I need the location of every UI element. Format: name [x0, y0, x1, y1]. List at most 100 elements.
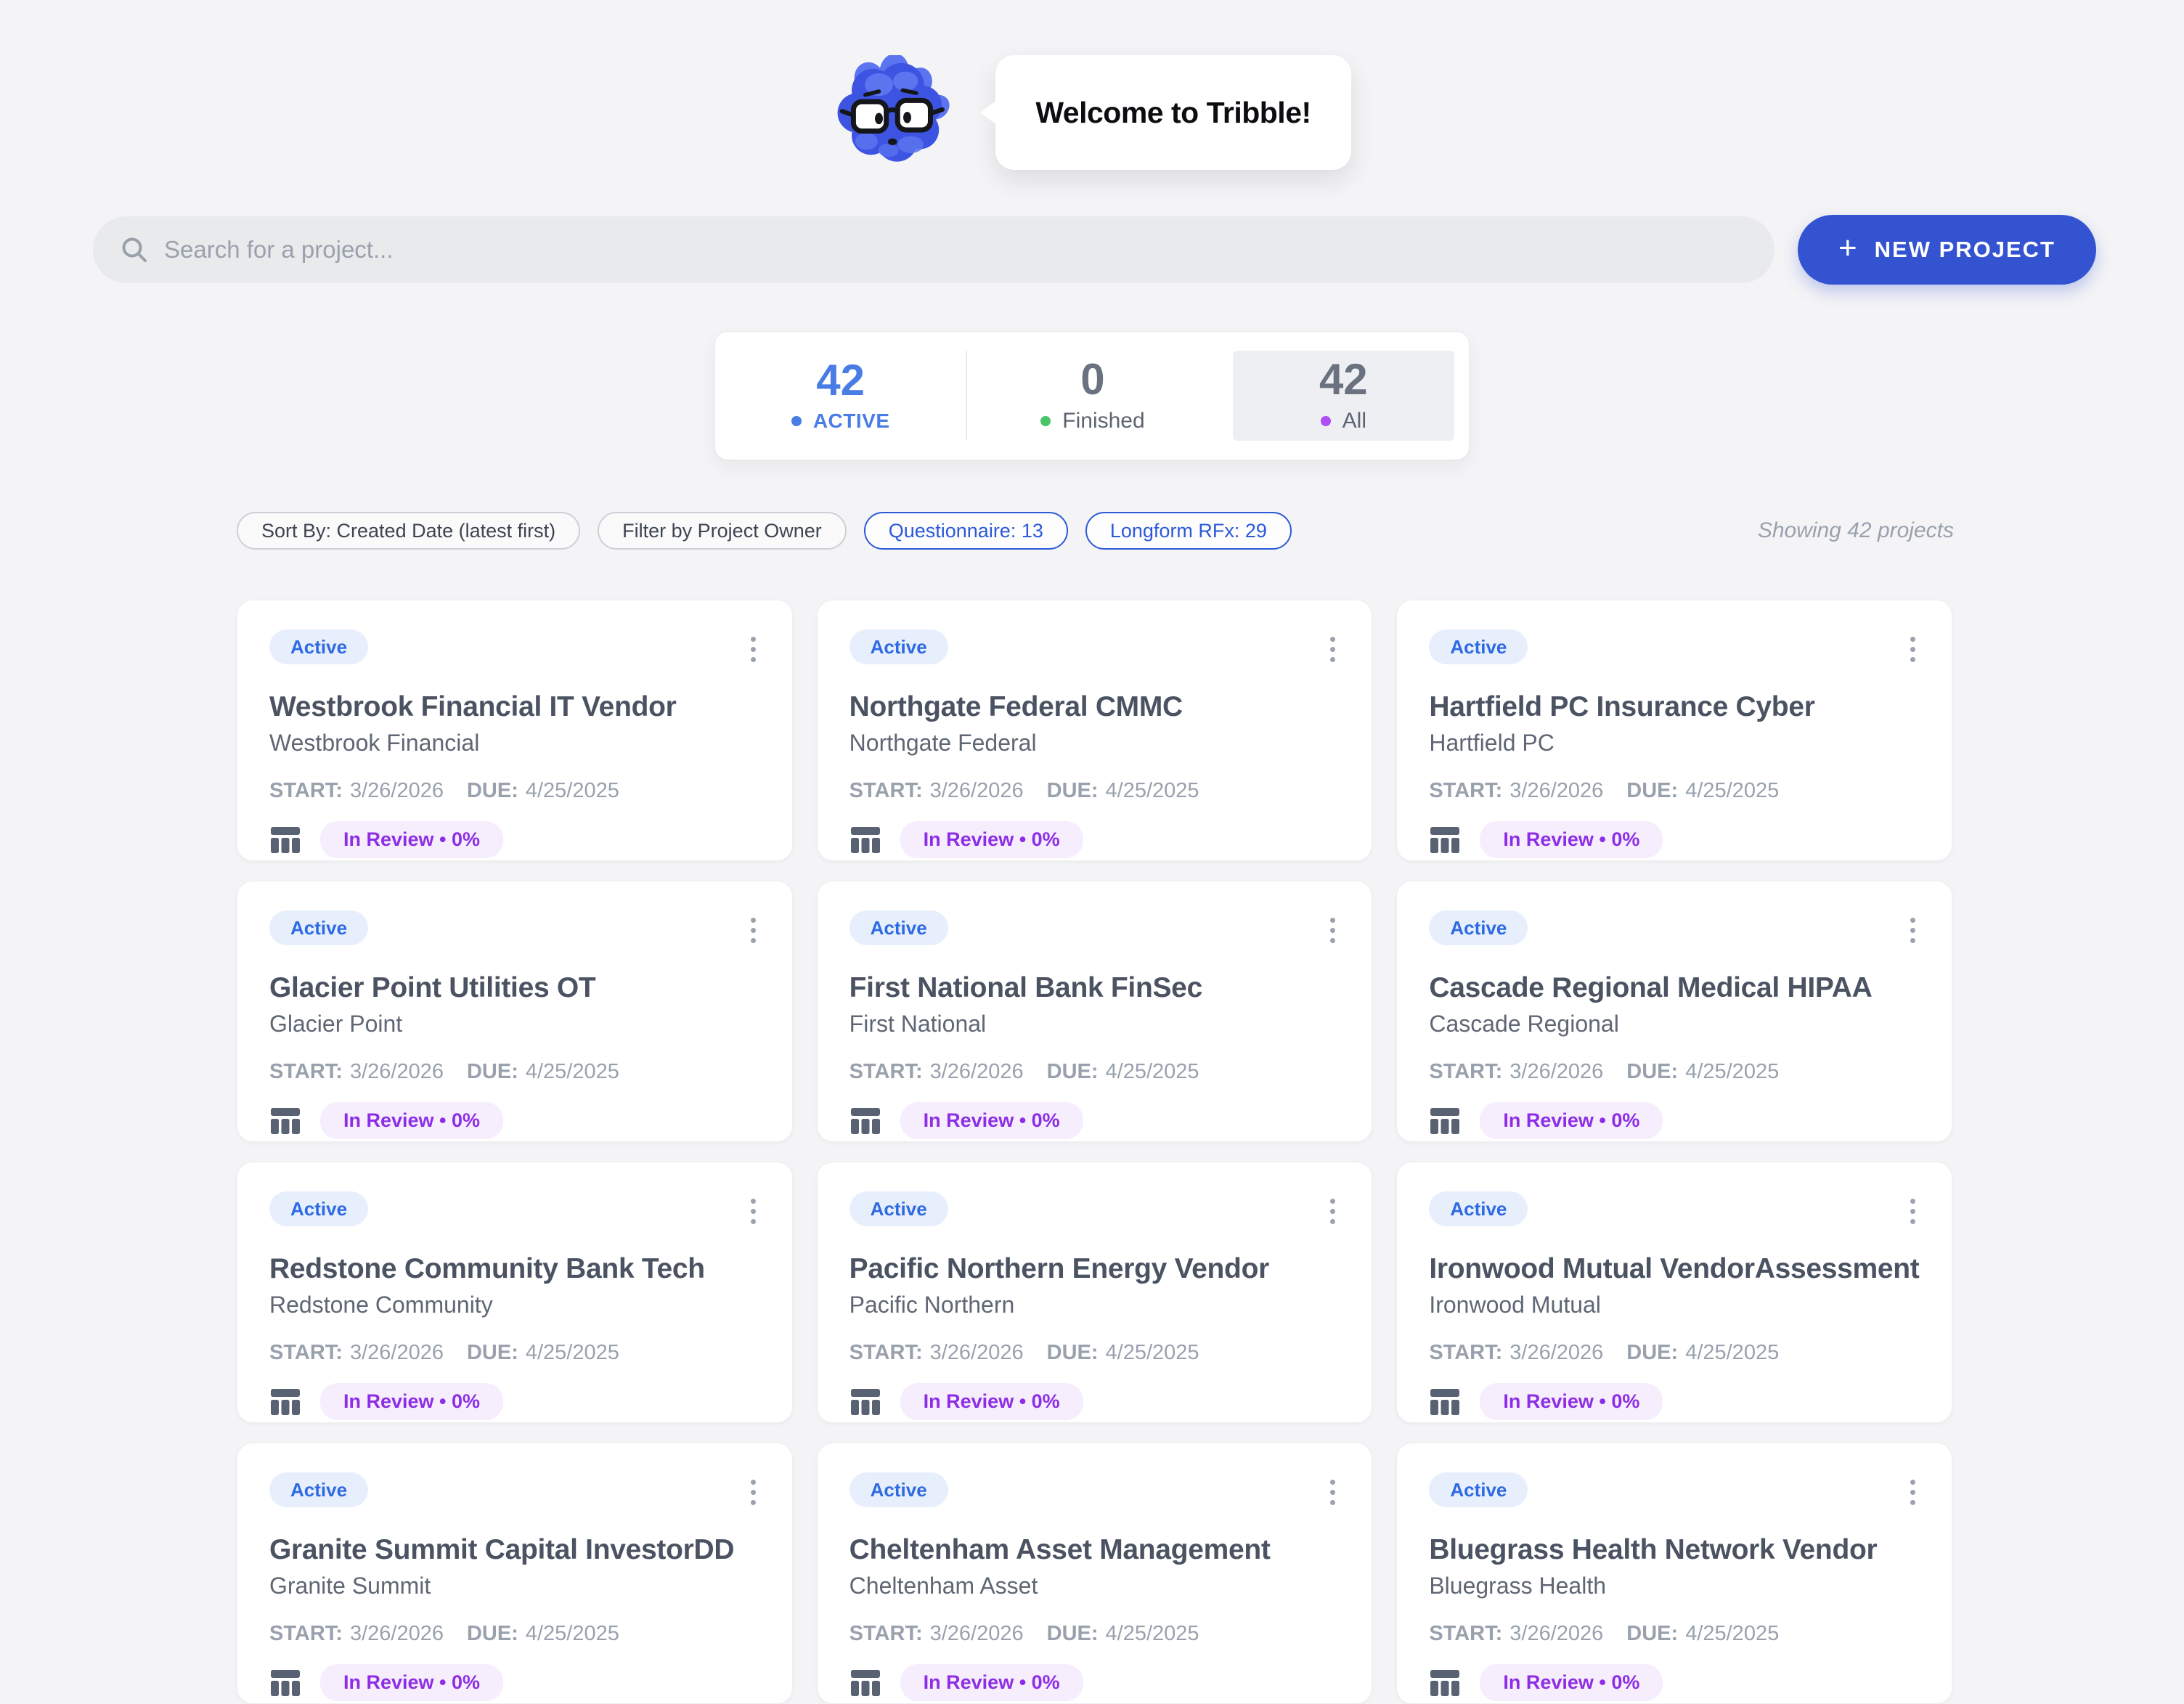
project-card[interactable]: Active Glacier Point Utilities OT Glacie… — [237, 881, 793, 1142]
status-badge: Active — [269, 910, 368, 945]
kebab-menu-icon[interactable] — [746, 912, 760, 949]
kebab-menu-icon[interactable] — [746, 631, 760, 668]
status-badge: Active — [1429, 629, 1528, 664]
progress-status-pill: In Review • 0% — [900, 1102, 1083, 1139]
project-card[interactable]: Active Pacific Northern Energy Vendor Pa… — [817, 1162, 1373, 1423]
filter-by-owner-pill[interactable]: Filter by Project Owner — [598, 512, 847, 550]
project-card[interactable]: Active Granite Summit Capital InvestorDD… — [237, 1443, 793, 1704]
project-card[interactable]: Active Northgate Federal CMMC Northgate … — [817, 600, 1373, 861]
start-label: START: — [849, 1060, 923, 1084]
stat-segment-all[interactable]: 42 All — [1218, 332, 1469, 460]
progress-status-pill: In Review • 0% — [1480, 1383, 1663, 1420]
tribble-mascot-icon — [833, 55, 953, 168]
new-project-label: NEW PROJECT — [1875, 237, 2055, 263]
due-label: DUE: — [1047, 1341, 1099, 1365]
project-card[interactable]: Active Hartfield PC Insurance Cyber Hart… — [1396, 600, 1952, 861]
kebab-menu-icon[interactable] — [746, 1193, 760, 1230]
kebab-menu-icon[interactable] — [1326, 1474, 1340, 1511]
plus-icon: + — [1838, 232, 1859, 264]
project-title: First National Bank FinSec — [849, 972, 1340, 1004]
status-badge: Active — [269, 629, 368, 664]
project-dates: START: 3/26/2026 DUE: 4/25/2025 — [269, 779, 760, 803]
start-date: 3/26/2026 — [930, 1622, 1024, 1646]
all-dot-icon — [1321, 416, 1331, 426]
project-dates: START: 3/26/2026 DUE: 4/25/2025 — [1429, 779, 1920, 803]
progress-status-pill: In Review • 0% — [900, 1383, 1083, 1420]
active-count: 42 — [816, 359, 865, 402]
kebab-menu-icon[interactable] — [1906, 631, 1920, 668]
due-label: DUE: — [1626, 1060, 1678, 1084]
project-dates: START: 3/26/2026 DUE: 4/25/2025 — [1429, 1622, 1920, 1646]
due-label: DUE: — [467, 1622, 518, 1646]
showing-projects-count: Showing 42 projects — [1758, 518, 1954, 543]
project-card[interactable]: Active Redstone Community Bank Tech Reds… — [237, 1162, 793, 1423]
progress-status-pill: In Review • 0% — [1480, 1664, 1663, 1701]
kebab-menu-icon[interactable] — [1326, 912, 1340, 949]
table-grid-icon — [849, 825, 881, 855]
start-date: 3/26/2026 — [350, 779, 444, 803]
progress-status-pill: In Review • 0% — [320, 1102, 503, 1139]
progress-status-pill: In Review • 0% — [900, 1664, 1083, 1701]
project-card[interactable]: Active Cheltenham Asset Management Chelt… — [817, 1443, 1373, 1704]
project-dates: START: 3/26/2026 DUE: 4/25/2025 — [849, 1060, 1340, 1084]
kebab-menu-icon[interactable] — [1906, 1193, 1920, 1230]
hero-section: Welcome to Tribble! — [0, 0, 2184, 170]
search-bar[interactable] — [93, 216, 1774, 283]
project-card[interactable]: Active Ironwood Mutual VendorAssessment … — [1396, 1162, 1952, 1423]
due-label: DUE: — [467, 1060, 518, 1084]
start-label: START: — [269, 779, 343, 803]
project-stats-card: 42 ACTIVE 0 Finished 42 All — [714, 331, 1470, 460]
project-company: Westbrook Financial — [269, 730, 760, 757]
due-date: 4/25/2025 — [526, 1622, 619, 1646]
start-label: START: — [1429, 1622, 1502, 1646]
progress-status-pill: In Review • 0% — [320, 1664, 503, 1701]
status-badge: Active — [849, 910, 948, 945]
status-badge: Active — [269, 1191, 368, 1226]
project-company: Redstone Community — [269, 1292, 760, 1318]
start-label: START: — [1429, 1060, 1502, 1084]
project-dates: START: 3/26/2026 DUE: 4/25/2025 — [1429, 1341, 1920, 1365]
kebab-menu-icon[interactable] — [1906, 1474, 1920, 1511]
longform-rfx-filter-pill[interactable]: Longform RFx: 29 — [1085, 512, 1292, 550]
due-label: DUE: — [467, 779, 518, 803]
active-dot-icon — [791, 416, 802, 426]
kebab-menu-icon[interactable] — [1906, 912, 1920, 949]
due-label: DUE: — [1626, 1341, 1678, 1365]
project-title: Cheltenham Asset Management — [849, 1534, 1340, 1566]
due-date: 4/25/2025 — [1106, 1341, 1199, 1365]
kebab-menu-icon[interactable] — [1326, 1193, 1340, 1230]
welcome-text: Welcome to Tribble! — [1035, 96, 1311, 130]
stat-segment-active[interactable]: 42 ACTIVE — [715, 332, 966, 460]
all-count: 42 — [1319, 358, 1368, 401]
project-card[interactable]: Active Cascade Regional Medical HIPAA Ca… — [1396, 881, 1952, 1142]
due-date: 4/25/2025 — [1685, 779, 1779, 803]
kebab-menu-icon[interactable] — [746, 1474, 760, 1511]
project-title: Ironwood Mutual VendorAssessment — [1429, 1253, 1920, 1285]
project-card[interactable]: Active First National Bank FinSec First … — [817, 881, 1373, 1142]
due-date: 4/25/2025 — [1685, 1060, 1779, 1084]
project-dates: START: 3/26/2026 DUE: 4/25/2025 — [269, 1341, 760, 1365]
new-project-button[interactable]: + NEW PROJECT — [1798, 215, 2096, 285]
start-label: START: — [269, 1341, 343, 1365]
project-card[interactable]: Active Westbrook Financial IT Vendor Wes… — [237, 600, 793, 861]
status-badge: Active — [1429, 1191, 1528, 1226]
sort-by-pill[interactable]: Sort By: Created Date (latest first) — [237, 512, 580, 550]
project-dates: START: 3/26/2026 DUE: 4/25/2025 — [849, 779, 1340, 803]
start-label: START: — [849, 779, 923, 803]
project-dates: START: 3/26/2026 DUE: 4/25/2025 — [269, 1060, 760, 1084]
table-grid-icon — [269, 1106, 301, 1136]
search-input[interactable] — [164, 236, 1759, 264]
start-date: 3/26/2026 — [1509, 779, 1603, 803]
stat-segment-finished[interactable]: 0 Finished — [967, 332, 1218, 460]
table-grid-icon — [1429, 1668, 1461, 1698]
start-date: 3/26/2026 — [350, 1060, 444, 1084]
table-grid-icon — [1429, 1387, 1461, 1417]
kebab-menu-icon[interactable] — [1326, 631, 1340, 668]
progress-status-pill: In Review • 0% — [320, 1383, 503, 1420]
questionnaire-filter-pill[interactable]: Questionnaire: 13 — [864, 512, 1068, 550]
due-date: 4/25/2025 — [526, 779, 619, 803]
start-label: START: — [1429, 1341, 1502, 1365]
project-company: Ironwood Mutual — [1429, 1292, 1920, 1318]
project-title: Northgate Federal CMMC — [849, 691, 1340, 723]
project-card[interactable]: Active Bluegrass Health Network Vendor B… — [1396, 1443, 1952, 1704]
